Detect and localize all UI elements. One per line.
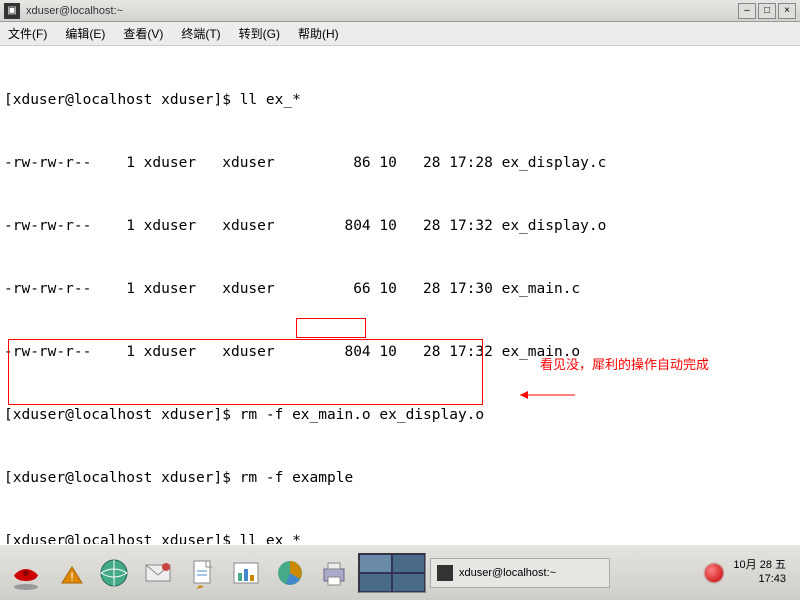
terminal-line: [xduser@localhost xduser]$ rm -f example [4,468,796,489]
menu-file[interactable]: 文件(F) [8,25,47,42]
workspace-1[interactable] [359,554,392,573]
terminal-line: -rw-rw-r-- 1 xduser xduser 804 10 28 17:… [4,342,796,363]
updater-icon[interactable]: ! [50,551,90,595]
menu-go[interactable]: 转到(G) [239,25,280,42]
terminal-line: -rw-rw-r-- 1 xduser xduser 86 10 28 17:2… [4,153,796,174]
taskbar: ! xduser@localhost:~ 10月 28 五 17:43 [0,544,800,600]
annotation-arrow [485,368,540,370]
terminal-output[interactable]: [xduser@localhost xduser]$ ll ex_* -rw-r… [0,46,800,544]
printer-icon[interactable] [314,551,354,595]
taskbar-task[interactable]: xduser@localhost:~ [430,558,610,588]
workspace-2[interactable] [392,554,425,573]
close-button[interactable]: × [778,3,796,19]
browser-icon[interactable] [94,551,134,595]
menu-view[interactable]: 查看(V) [123,25,163,42]
menu-help[interactable]: 帮助(H) [298,25,339,42]
terminal-line: -rw-rw-r-- 1 xduser xduser 66 10 28 17:3… [4,279,796,300]
window-icon: ▣ [4,3,20,19]
task-label: xduser@localhost:~ [459,567,556,579]
clock-date: 10月 28 五 [733,559,786,572]
redhat-icon[interactable] [6,551,46,595]
workspace-pager[interactable] [358,553,426,593]
terminal-line: [xduser@localhost xduser]$ ll ex_* [4,90,796,111]
maximize-button[interactable]: □ [758,3,776,19]
terminal-line: [xduser@localhost xduser]$ rm -f ex_main… [4,405,796,426]
workspace-3[interactable] [359,573,392,592]
task-icon [437,565,453,581]
clock-time: 17:43 [733,573,786,586]
menu-edit[interactable]: 编辑(E) [65,25,105,42]
system-tray: 10月 28 五 17:43 [705,559,794,585]
clock[interactable]: 10月 28 五 17:43 [733,559,786,585]
window-titlebar: ▣ xduser@localhost:~ – □ × [0,0,800,22]
menu-bar: 文件(F) 编辑(E) 查看(V) 终端(T) 转到(G) 帮助(H) [0,22,800,46]
mail-icon[interactable] [138,551,178,595]
annotation-box-make [296,318,366,338]
window-title: xduser@localhost:~ [26,5,736,17]
chart-icon[interactable] [226,551,266,595]
svg-text:!: ! [70,570,73,584]
document-icon[interactable] [182,551,222,595]
minimize-button[interactable]: – [738,3,756,19]
menu-terminal[interactable]: 终端(T) [181,25,220,42]
workspace-4[interactable] [392,573,425,592]
pie-icon[interactable] [270,551,310,595]
terminal-line: -rw-rw-r-- 1 xduser xduser 804 10 28 17:… [4,216,796,237]
tray-status-icon[interactable] [705,564,723,582]
terminal-line: [xduser@localhost xduser]$ ll ex_* [4,531,796,544]
